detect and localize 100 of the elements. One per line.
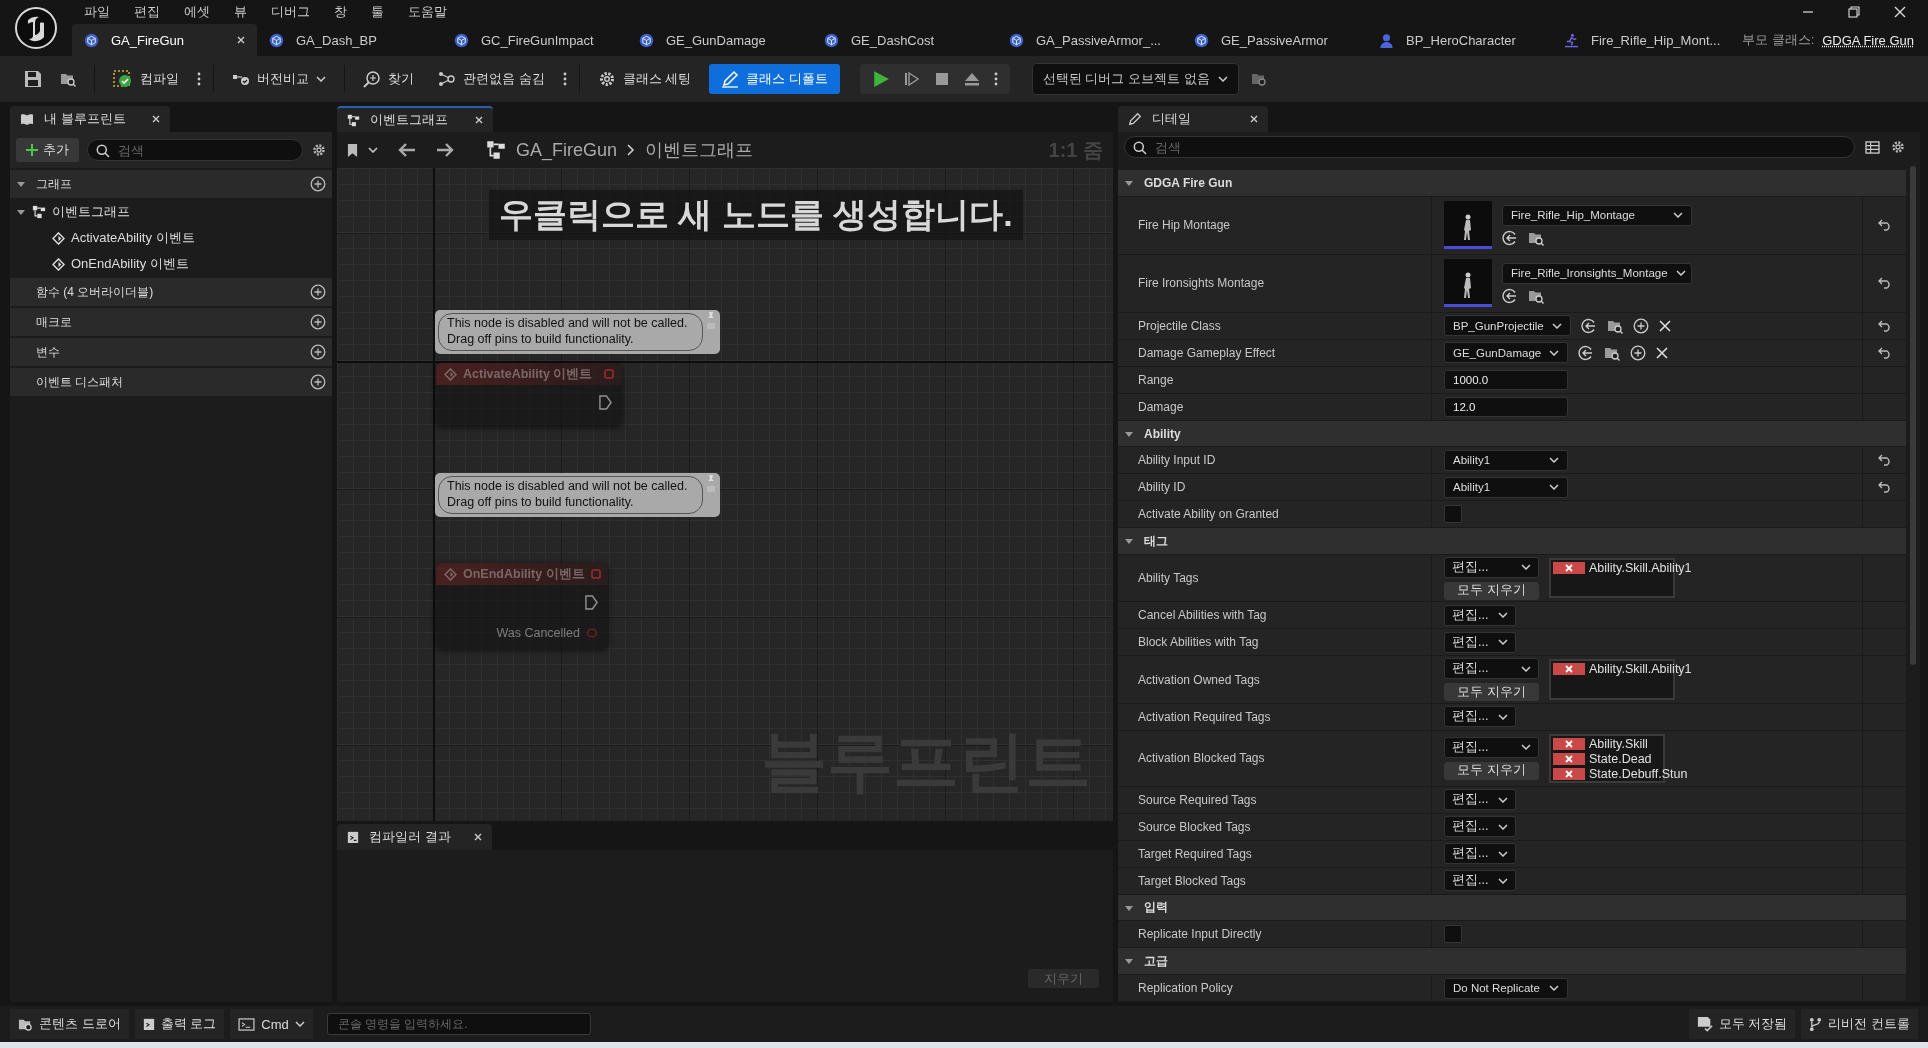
close-icon[interactable] [1250, 115, 1258, 123]
bookmark-icon[interactable] [347, 142, 358, 158]
clear-all-button[interactable]: 모두 지우기 [1444, 683, 1539, 701]
clear-icon[interactable] [1658, 319, 1671, 332]
menu-item[interactable]: 디버그 [259, 3, 322, 21]
menu-item[interactable]: 편집 [122, 3, 172, 21]
edit-tags-dropdown[interactable]: 편집... [1444, 706, 1516, 728]
asset-dropdown[interactable]: Fire_Rifle_Hip_Montage [1502, 204, 1692, 226]
expand-arrow-icon[interactable] [16, 207, 26, 217]
diff-button[interactable]: 버전비교 [226, 64, 332, 94]
edit-tags-dropdown[interactable]: 편집... [1444, 789, 1516, 811]
menu-item[interactable]: 툴 [359, 3, 396, 21]
enum-dropdown[interactable]: Ability1 [1444, 476, 1568, 498]
more-icon[interactable] [197, 71, 201, 87]
section-header[interactable]: 그래프 [10, 170, 332, 198]
clear-icon[interactable] [1656, 346, 1669, 359]
section-header[interactable]: 이벤트 디스패처 [10, 368, 332, 396]
back-arrow-icon[interactable] [398, 143, 416, 157]
document-tab[interactable]: GA_FireGun [72, 24, 257, 56]
remove-tag-icon[interactable] [1553, 767, 1585, 780]
table-icon[interactable] [1865, 140, 1880, 154]
category-header[interactable]: Ability [1118, 420, 1906, 448]
close-icon[interactable] [474, 833, 482, 841]
add-icon[interactable] [310, 314, 326, 330]
revision-control-button[interactable]: 리비전 컨트롤 [1801, 1009, 1918, 1039]
reset-icon[interactable] [1877, 346, 1892, 359]
remove-tag-icon[interactable] [1553, 737, 1585, 750]
search-field[interactable]: 검색 [1124, 136, 1855, 158]
remove-tag-icon[interactable] [1553, 562, 1585, 575]
checkbox[interactable] [1444, 925, 1462, 944]
cmd-dropdown[interactable]: Cmd [230, 1009, 313, 1039]
use-selected-icon[interactable] [1578, 344, 1595, 361]
step-icon[interactable] [903, 71, 920, 87]
breadcrumb-item[interactable]: GA_FireGun [516, 139, 618, 161]
add-icon[interactable] [310, 374, 326, 390]
document-tab[interactable]: GE_DashCost [812, 24, 997, 56]
class-defaults-button[interactable]: 클래스 디폴트 [709, 64, 840, 94]
menu-item[interactable]: 파일 [72, 3, 122, 21]
class-dropdown[interactable]: BP_GunProjectile [1444, 315, 1571, 337]
close-icon[interactable] [237, 36, 245, 44]
document-tab[interactable]: GA_PassiveArmor_... [997, 24, 1182, 56]
edit-tags-dropdown[interactable]: 편집... [1444, 631, 1516, 653]
debug-object-dropdown[interactable]: 선택된 디버그 오브젝트 없음 [1031, 63, 1239, 95]
console-input[interactable]: 콘솔 명령을 입력하세요. [326, 1013, 591, 1035]
reset-icon[interactable] [1877, 481, 1892, 494]
content-drawer-button[interactable]: 콘텐츠 드로어 [10, 1009, 129, 1039]
reset-icon[interactable] [1877, 319, 1892, 332]
hide-unrelated-button[interactable]: 관련없음 숨김 [432, 64, 551, 94]
reset-icon[interactable] [1877, 277, 1892, 290]
menu-item[interactable]: 도움말 [396, 3, 459, 21]
add-icon[interactable] [310, 344, 326, 360]
panel-tab[interactable]: 컴파일러 결과 [337, 824, 492, 850]
enum-dropdown[interactable]: Do Not Replicate [1444, 977, 1568, 999]
close-icon[interactable] [152, 115, 160, 123]
panel-tab[interactable]: 이벤트그래프 [337, 106, 493, 132]
output-log-button[interactable]: 출력 로그 [134, 1009, 225, 1039]
stop-icon[interactable] [933, 71, 950, 87]
use-selected-icon[interactable] [1580, 317, 1597, 334]
edit-tags-dropdown[interactable]: 편집... [1444, 870, 1516, 892]
clear-all-button[interactable]: 모두 지우기 [1444, 581, 1539, 600]
edit-tags-dropdown[interactable]: 편집... [1444, 843, 1516, 865]
add-icon[interactable] [310, 284, 326, 300]
checkbox[interactable] [1444, 505, 1462, 524]
number-field[interactable]: 1000.0 [1444, 369, 1568, 390]
add-icon[interactable] [310, 176, 326, 192]
menu-item[interactable]: 뷰 [222, 3, 259, 21]
restore-icon[interactable] [1848, 6, 1860, 18]
document-tab[interactable]: GE_GunDamage [627, 24, 812, 56]
engine-logo-icon[interactable] [14, 6, 58, 50]
menu-item[interactable]: 에셋 [172, 3, 222, 21]
edit-tags-dropdown[interactable]: 편집... [1444, 604, 1516, 626]
number-field[interactable]: 12.0 [1444, 396, 1568, 417]
close-icon[interactable] [475, 116, 483, 124]
save-all-button[interactable]: 모두 저장됨 [1688, 1009, 1796, 1039]
eject-icon[interactable] [963, 71, 980, 87]
settings-icon[interactable] [311, 142, 327, 158]
more-icon[interactable] [562, 71, 567, 87]
menu-item[interactable]: 창 [322, 3, 359, 21]
panel-tab[interactable]: 디테일 [1118, 106, 1268, 132]
document-tab[interactable]: GE_PassiveArmor [1182, 24, 1367, 56]
add-icon[interactable] [1630, 344, 1647, 361]
use-selected-icon[interactable] [1502, 287, 1518, 304]
enum-dropdown[interactable]: Ability1 [1444, 449, 1568, 471]
tree-item[interactable]: OnEndAbility 이벤트 [10, 252, 332, 276]
category-header[interactable]: GDGA Fire Gun [1118, 170, 1906, 197]
section-header[interactable]: 함수 (4 오버라이더블) [10, 278, 332, 306]
clear-all-button[interactable]: 모두 지우기 [1444, 761, 1539, 780]
class-settings-button[interactable]: 클래스 세팅 [591, 64, 698, 94]
compile-button[interactable]: 컴파일 [107, 64, 185, 94]
category-header[interactable]: 고급 [1118, 948, 1906, 975]
find-button[interactable]: 찾기 [357, 64, 420, 94]
panel-tab[interactable]: 내 블루프린트 [10, 106, 170, 132]
parent-class-link[interactable]: GDGA Fire Gun [1822, 32, 1914, 48]
document-tab[interactable]: GA_Dash_BP [257, 24, 442, 56]
expand-arrow-icon[interactable] [16, 179, 26, 189]
add-icon[interactable] [1632, 317, 1649, 334]
search-field[interactable]: 검색 [87, 139, 303, 161]
document-tab[interactable]: Fire_Rifle_Hip_Mont... [1552, 24, 1737, 56]
close-icon[interactable] [1894, 6, 1906, 18]
tree-item[interactable]: 이벤트그래프 [10, 200, 332, 224]
